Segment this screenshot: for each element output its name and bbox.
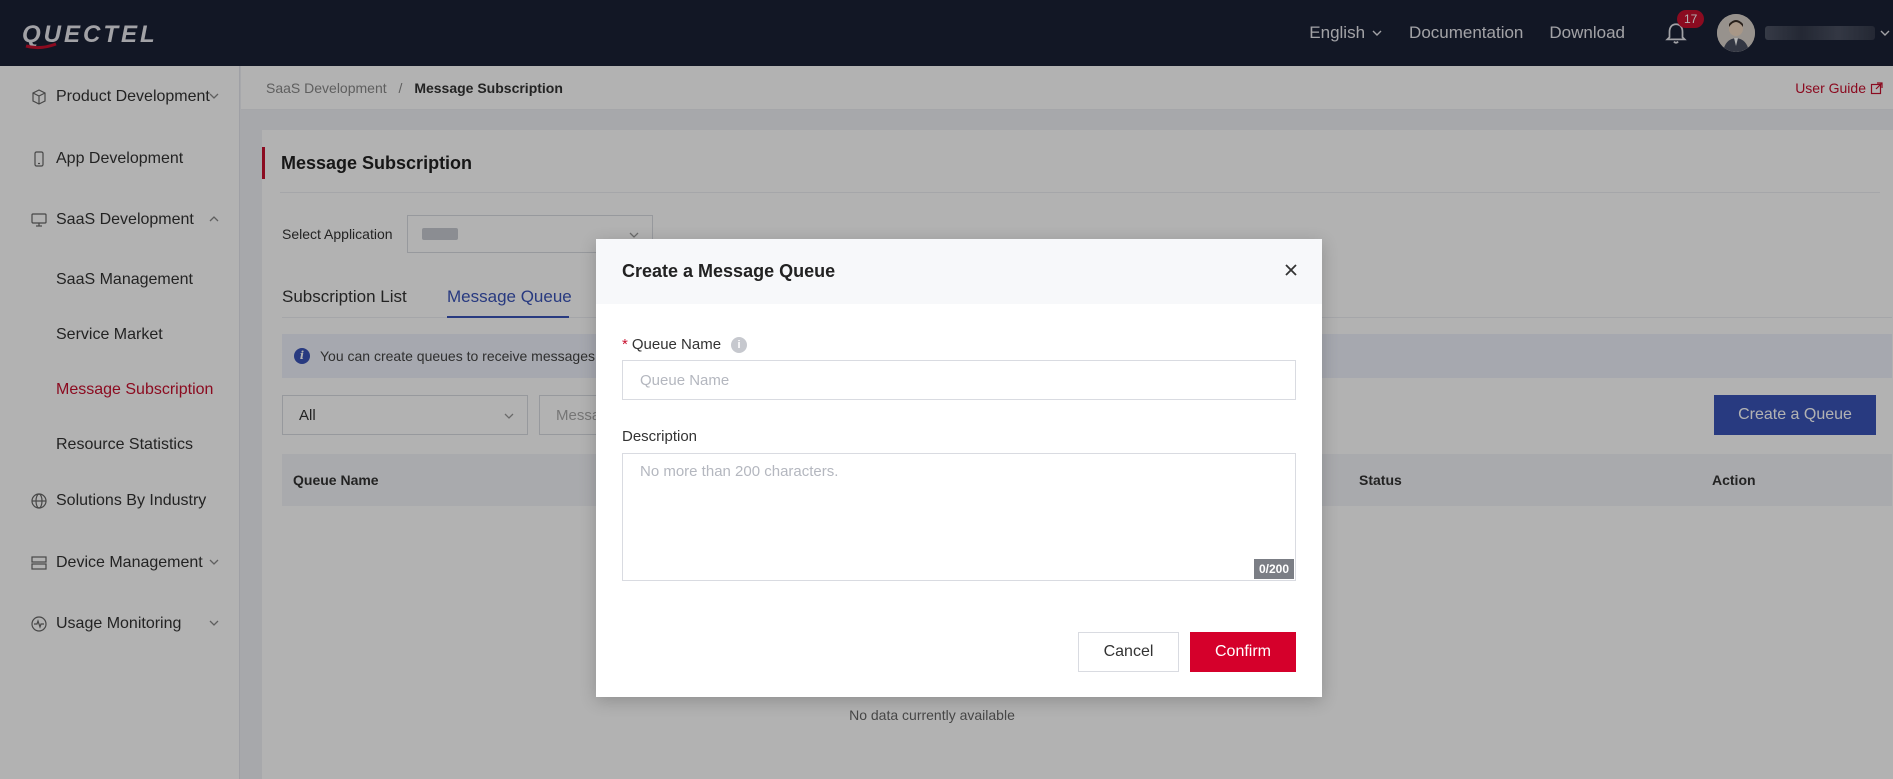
dialog-header: Create a Message Queue xyxy=(596,239,1322,304)
description-textarea[interactable]: No more than 200 characters. 0/200 xyxy=(622,453,1296,581)
required-marker: * xyxy=(622,336,628,353)
queue-name-label: * Queue Name i xyxy=(622,336,748,353)
description-label-text: Description xyxy=(622,428,698,445)
description-label: Description xyxy=(622,428,697,445)
queue-name-label-text: Queue Name xyxy=(631,336,722,353)
info-tooltip-icon[interactable]: i xyxy=(731,336,748,353)
queue-name-placeholder: Queue Name xyxy=(640,372,730,389)
character-counter: 0/200 xyxy=(1253,559,1294,579)
description-placeholder: No more than 200 characters. xyxy=(640,463,839,480)
confirm-button[interactable]: Confirm xyxy=(1190,632,1296,672)
dialog-title: Create a Message Queue xyxy=(622,261,836,281)
create-queue-dialog: Create a Message Queue * Queue Name i Qu… xyxy=(596,239,1322,697)
close-icon[interactable] xyxy=(1282,261,1300,279)
cancel-button[interactable]: Cancel xyxy=(1078,632,1179,672)
queue-name-input[interactable]: Queue Name xyxy=(622,360,1296,400)
